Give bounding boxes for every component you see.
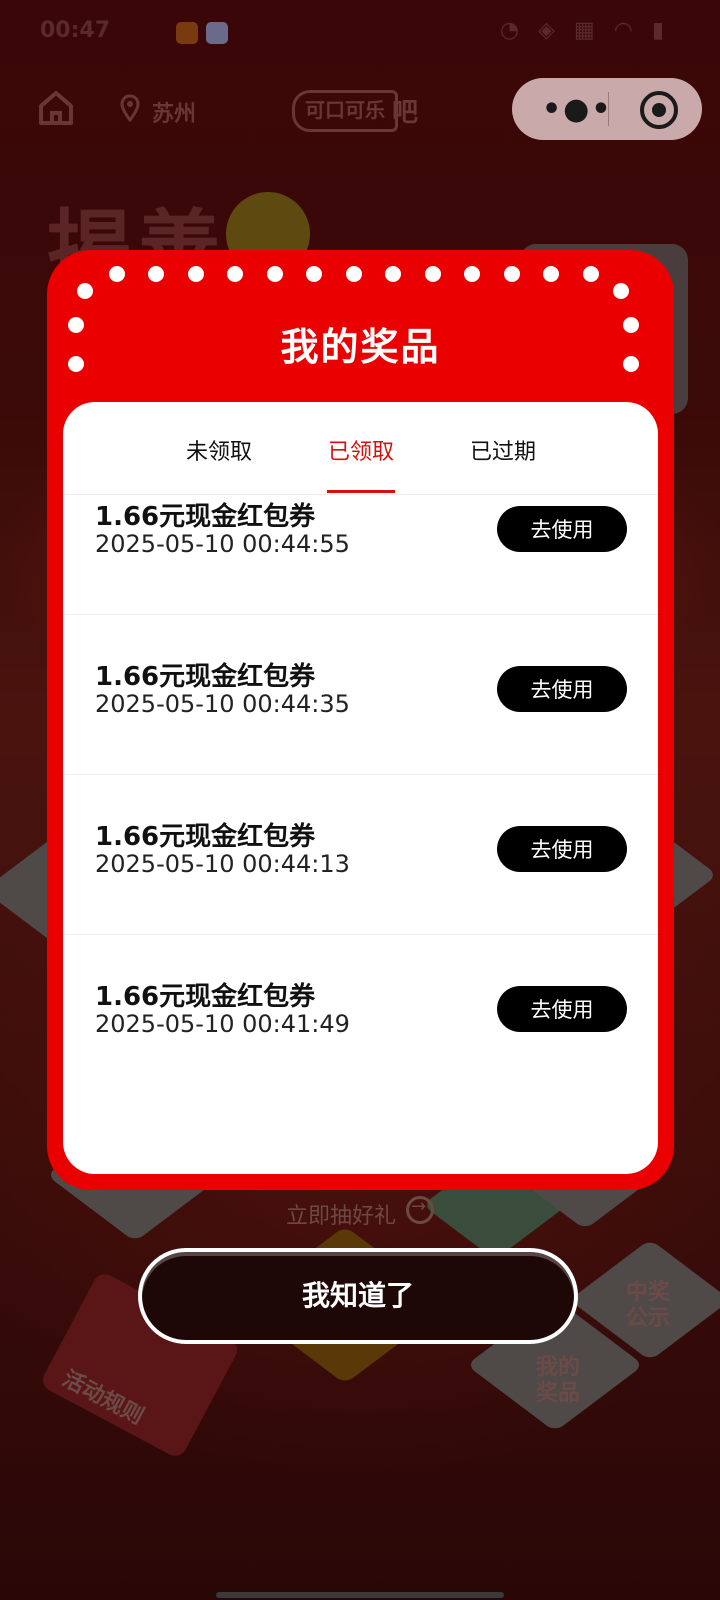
prizes-panel: 未领取 已领取 已过期 1.66元现金红包券 2025-05-10 00:44:… (63, 402, 658, 1174)
active-tab-indicator (327, 490, 395, 493)
winners-label[interactable]: 中奖公示 (626, 1280, 676, 1332)
home-indicator (216, 1592, 504, 1598)
close-miniprogram-icon[interactable] (640, 91, 678, 129)
tab-claimed[interactable]: 已领取 (301, 434, 421, 466)
tab-expired[interactable]: 已过期 (443, 434, 563, 466)
decor-bulb (613, 283, 629, 299)
status-time: 00:47 (40, 18, 111, 43)
home-icon[interactable] (36, 88, 76, 128)
location-pin-icon (120, 94, 140, 122)
prize-date: 2025-05-10 00:41:49 (95, 1010, 350, 1038)
decor-bulb (306, 266, 322, 282)
decor-bulb (385, 266, 401, 282)
list-item: 1.66元现金红包券 2025-05-10 00:44:55 去使用 (63, 494, 658, 615)
prize-tabs: 未领取 已领取 已过期 (63, 402, 658, 495)
list-item: 1.66元现金红包券 2025-05-10 00:44:35 去使用 (63, 614, 658, 775)
brand-logo: 可口可乐 (292, 90, 398, 132)
use-prize-button[interactable]: 去使用 (497, 666, 627, 712)
app-notification-icon (176, 22, 198, 44)
more-menu-icon[interactable]: •●• (542, 92, 613, 127)
decor-bulb (227, 266, 243, 282)
my-prizes-label[interactable]: 我的奖品 (536, 1355, 586, 1407)
arrow-right-icon (406, 1196, 434, 1224)
decor-bulb (346, 266, 362, 282)
prize-date: 2025-05-10 00:44:13 (95, 850, 350, 878)
prize-date: 2025-05-10 00:44:55 (95, 530, 350, 558)
confirm-button[interactable]: 我知道了 (138, 1248, 578, 1344)
decor-bulb (77, 283, 93, 299)
prize-name: 1.66元现金红包券 (95, 982, 316, 1012)
modal-title: 我的奖品 (280, 325, 441, 369)
prize-list[interactable]: 1.66元现金红包券 2025-05-10 00:44:55 去使用 1.66元… (63, 494, 658, 1174)
prize-name: 1.66元现金红包券 (95, 502, 316, 532)
decor-bulb (109, 266, 125, 282)
decor-bulb (188, 266, 204, 282)
list-item: 1.66元现金红包券 2025-05-10 00:44:13 去使用 (63, 774, 658, 935)
city-label[interactable]: 苏州 (152, 96, 196, 128)
list-item: 1.66元现金红包券 2025-05-10 00:41:49 去使用 (63, 934, 658, 1094)
system-status-icons: ◔ ◈ ▦ ◠ ▮ (499, 18, 670, 43)
decor-bulb (464, 266, 480, 282)
lucky-draw-link[interactable]: 立即抽好礼 (286, 1198, 396, 1230)
decor-bulb (504, 266, 520, 282)
use-prize-button[interactable]: 去使用 (497, 506, 627, 552)
decor-bulb (267, 266, 283, 282)
miniprogram-capsule: •●• (512, 78, 702, 140)
decor-bulb (425, 266, 441, 282)
app-notification-icon (206, 22, 228, 44)
prizes-modal: 我的奖品 未领取 已领取 已过期 1.66元现金红包券 2025-05-10 0… (47, 250, 674, 1190)
decor-bulb (148, 266, 164, 282)
prize-date: 2025-05-10 00:44:35 (95, 690, 350, 718)
prize-name: 1.66元现金红包券 (95, 822, 316, 852)
decor-bulb (583, 266, 599, 282)
prize-name: 1.66元现金红包券 (95, 662, 316, 692)
brand-logo-suffix: 吧 (392, 98, 419, 128)
status-bar: 00:47 ◔ ◈ ▦ ◠ ▮ (0, 0, 720, 64)
tab-unclaimed[interactable]: 未领取 (159, 434, 279, 466)
decor-bulb (543, 266, 559, 282)
top-bar: 苏州 可口可乐 吧 •●• (0, 78, 720, 142)
use-prize-button[interactable]: 去使用 (497, 826, 627, 872)
use-prize-button[interactable]: 去使用 (497, 986, 627, 1032)
